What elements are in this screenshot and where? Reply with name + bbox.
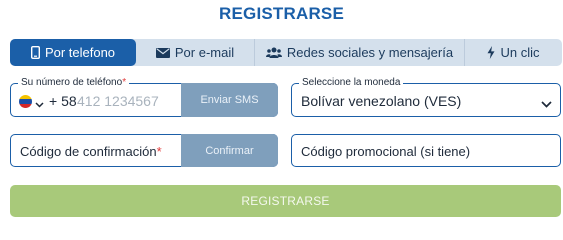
- currency-selected-value: Bolívar venezolano (VES): [301, 93, 462, 109]
- promo-code-placeholder: Código promocional (si tiene): [301, 144, 471, 159]
- tab-email-label: Por e-mail: [174, 45, 235, 60]
- lightning-icon: [487, 46, 495, 59]
- register-button[interactable]: REGISTRARSE: [10, 185, 561, 217]
- tab-social-label: Redes sociales y mensajería: [286, 45, 454, 60]
- confirmation-placeholder-text: Código de confirmación: [20, 144, 157, 159]
- tab-one-click[interactable]: Un clic: [464, 39, 562, 66]
- chevron-down-icon: [541, 95, 552, 113]
- tab-phone-label: Por telefono: [44, 45, 116, 60]
- confirmation-code-field[interactable]: Código de confirmación* Confirmar: [10, 134, 278, 167]
- send-sms-button[interactable]: Enviar SMS: [181, 83, 278, 117]
- phone-label-text: Su número de teléfono: [21, 77, 123, 88]
- venezuela-flag-icon[interactable]: [19, 95, 32, 108]
- currency-label: Seleccione la moneda: [299, 77, 404, 89]
- currency-select[interactable]: Seleccione la moneda Bolívar venezolano …: [291, 77, 561, 117]
- required-mark: *: [122, 77, 127, 88]
- phone-input[interactable]: [77, 91, 179, 111]
- tab-email[interactable]: Por e-mail: [136, 39, 254, 66]
- promo-code-field[interactable]: Código promocional (si tiene): [291, 134, 561, 167]
- confirm-button[interactable]: Confirmar: [181, 134, 278, 167]
- registration-method-tabs: Por telefono Por e-mail Redes sociales y…: [10, 39, 562, 66]
- phone-field-label: Su número de teléfono*: [18, 77, 130, 89]
- country-code-prefix: + 58: [49, 93, 77, 109]
- chevron-down-icon[interactable]: [35, 95, 44, 113]
- users-icon: [265, 47, 282, 58]
- phone-icon: [30, 46, 40, 59]
- envelope-icon: [155, 47, 170, 58]
- confirmation-code-placeholder: Código de confirmación*: [20, 144, 162, 159]
- required-mark: *: [156, 144, 162, 159]
- tab-one-click-label: Un clic: [500, 45, 540, 60]
- tab-phone[interactable]: Por telefono: [10, 39, 136, 66]
- page-title: REGISTRARSE: [219, 4, 344, 23]
- phone-field: Su número de teléfono* + 58 Enviar SMS: [10, 77, 278, 117]
- tab-social[interactable]: Redes sociales y mensajería: [254, 39, 464, 66]
